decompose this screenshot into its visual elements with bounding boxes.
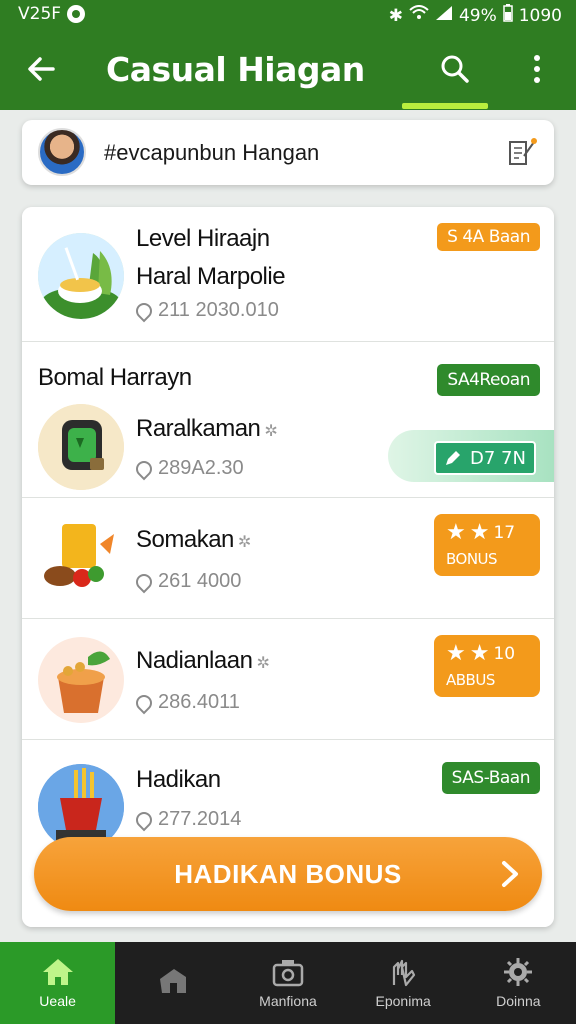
edit-note-icon[interactable]	[504, 134, 540, 170]
profile-name: #evcapunbun Hangan	[104, 140, 320, 165]
item-subtitle: Haral Marpolie	[136, 263, 286, 290]
nav-item-hand[interactable]: Eponima	[346, 942, 461, 1024]
item-meta: 289A2.30	[132, 457, 244, 480]
item-title-text: Raralkaman	[136, 415, 261, 442]
page-title: Casual Hiagan	[106, 50, 365, 89]
bottom-nav: Ueale Manfiona Eponima Doinna	[0, 942, 576, 1024]
chevron-right-icon	[502, 861, 518, 887]
star-icon: ★	[446, 641, 466, 666]
location-pin-icon	[132, 691, 156, 714]
status-badge: SAS-Baan	[441, 762, 540, 794]
battery-icon	[502, 4, 513, 27]
status-bar: V25F ✱ 49% 1090	[0, 0, 576, 28]
status-left-text: V25F	[18, 4, 62, 24]
location-pin-icon	[132, 570, 156, 593]
item-title: Hadikan	[136, 766, 221, 793]
house-icon	[159, 969, 186, 993]
nav-label: Eponima	[375, 993, 431, 1009]
smartwatch-image	[38, 404, 124, 490]
section-badge: SA4Reoan	[437, 364, 540, 396]
item-meta: 261 4000	[132, 570, 242, 593]
sparkle-icon: ✲	[264, 423, 278, 440]
nav-label: Doinna	[496, 993, 541, 1009]
camera-icon	[272, 960, 304, 987]
reward-box[interactable]: ★ ★ 10 ABBUS	[434, 635, 540, 697]
sparkle-icon: ✲	[256, 655, 270, 672]
location-pin-icon	[132, 808, 156, 831]
item-meta-text: 289A2.30	[158, 457, 244, 479]
item-meta: 211 2030.010	[132, 299, 279, 322]
nav-label: Manfiona	[259, 993, 317, 1009]
wifi-icon	[409, 5, 429, 26]
arrow-left-icon	[28, 57, 55, 81]
item-title: Raralkaman ✲	[136, 415, 278, 443]
gear-icon	[504, 958, 533, 986]
status-left: V25F	[18, 4, 86, 24]
reward-label: ABBUS	[446, 671, 495, 689]
item-title-text: Nadianlaan	[136, 647, 253, 674]
battery-text: 49%	[458, 5, 497, 26]
pot-plant-image	[38, 637, 124, 723]
cta-label: HADIKAN BONUS	[174, 858, 402, 889]
avatar	[38, 128, 86, 176]
search-icon	[441, 55, 469, 83]
reward-count: 17	[493, 522, 516, 543]
profile-card[interactable]: #evcapunbun Hangan	[22, 120, 554, 185]
edit-button[interactable]: D7 7N	[434, 441, 536, 475]
more-vertical-icon	[534, 55, 540, 83]
bonus-cta-button[interactable]: HADIKAN BONUS	[34, 837, 542, 911]
notification-icon	[67, 5, 86, 23]
item-meta-text: 286.4011	[158, 691, 240, 713]
list-card: Level Hiraajn Haral Marpolie 211 2030.01…	[22, 207, 554, 927]
item-title: Level Hiraajn	[136, 225, 270, 252]
bluetooth-icon: ✱	[388, 5, 403, 26]
nav-item-house[interactable]	[115, 942, 230, 1024]
food-bowl-image	[38, 233, 124, 319]
nav-item-camera[interactable]: Manfiona	[230, 942, 345, 1024]
item-meta: 277.2014	[132, 808, 242, 831]
item-meta-text: 211 2030.010	[158, 299, 279, 321]
item-title-text: Somakan	[136, 526, 234, 553]
pencil-icon	[446, 451, 461, 465]
status-badge: S 4A Baan	[437, 223, 540, 251]
star-icon: ★	[446, 520, 466, 545]
sparkle-icon: ✲	[237, 534, 251, 551]
location-pin-icon	[132, 457, 156, 480]
reward-label: BONUS	[446, 550, 498, 568]
signal-icon	[435, 5, 453, 26]
app-bar: V25F ✱ 49% 1090 Casual Hiagan	[0, 0, 576, 110]
star-icon: ★	[469, 520, 490, 545]
section-title: Bomal Harrayn	[38, 364, 192, 391]
reward-count: 10	[493, 643, 516, 664]
nav-item-home[interactable]: Ueale	[0, 942, 116, 1024]
location-pin-icon	[132, 299, 156, 322]
edit-button-label: D7 7N	[470, 447, 526, 469]
reward-stars: ★ ★ 10	[446, 641, 515, 666]
more-options-button[interactable]	[514, 46, 560, 92]
nav-label: Ueale	[39, 993, 76, 1009]
star-icon: ★	[469, 641, 490, 666]
hand-icon	[393, 959, 416, 987]
list-item[interactable]: Level Hiraajn Haral Marpolie 211 2030.01…	[22, 207, 554, 342]
vegetables-image	[38, 514, 124, 600]
list-item[interactable]: Nadianlaan ✲ 286.4011 ★ ★ 10 ABBUS	[22, 619, 554, 740]
search-button[interactable]	[432, 46, 478, 92]
tab-indicator	[402, 103, 488, 109]
list-item[interactable]: Somakan ✲ 261 4000 ★ ★ 17 BONUS	[22, 498, 554, 619]
item-meta: 286.4011	[132, 691, 240, 714]
item-title: Nadianlaan ✲	[136, 647, 270, 675]
item-meta-text: 261 4000	[158, 570, 242, 592]
item-title: Somakan ✲	[136, 526, 251, 554]
back-button[interactable]	[18, 46, 64, 92]
home-icon	[42, 959, 73, 985]
reward-box[interactable]: ★ ★ 17 BONUS	[434, 514, 540, 576]
status-right: ✱ 49% 1090	[389, 4, 562, 27]
nav-item-settings[interactable]: Doinna	[461, 942, 576, 1024]
item-meta-text: 277.2014	[158, 808, 242, 830]
clock-text: 1090	[518, 5, 562, 26]
reward-stars: ★ ★ 17	[446, 520, 515, 545]
